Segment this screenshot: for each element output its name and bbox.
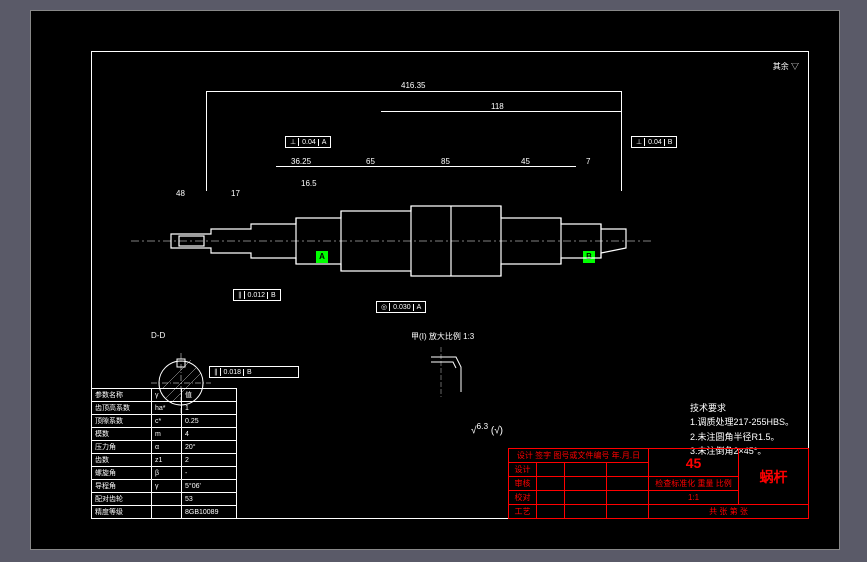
dim-118: 118: [491, 102, 504, 111]
dim-85: 85: [441, 157, 450, 166]
note-1: 1.调质处理217-255HBS。: [690, 415, 794, 429]
tolerance-upper-right: ⊥ 0.04 B: [631, 136, 677, 148]
dim-line-118: [381, 111, 621, 112]
dim-line-overall: [206, 91, 621, 92]
scale-row: 检查标准化 重量 比例: [649, 477, 739, 491]
title-block: 设计 签字 图号或文件编号 年.月.日 45 蜗杆 设计 审核 检查标准化 重量…: [508, 448, 809, 519]
shaft-main-view: [131, 166, 651, 316]
part-name-cell: 蜗杆: [739, 449, 809, 505]
section-label: D-D: [151, 331, 241, 340]
dim-65: 65: [366, 157, 375, 166]
detail-label: 甲(Ⅰ) 放大比例 1:3: [411, 331, 491, 342]
notes-title: 技术要求: [690, 401, 794, 415]
tolerance-upper-left: ⊥ 0.04 A: [285, 136, 331, 148]
material-cell: 45: [649, 449, 739, 477]
corner-surface-mark: 其余 ▽: [773, 61, 799, 72]
tolerance-section: ∥ 0.018 B: [209, 366, 299, 378]
dim-36-25: 36.25: [291, 157, 311, 166]
note-2: 2.未注圆角半径R1.5。: [690, 430, 794, 444]
drawing-frame: 其余 ▽ 416.35 118 36.25 65 85 45 7 16.5 48…: [30, 10, 840, 550]
dim-7: 7: [586, 157, 590, 166]
surface-finish-mark: √6.3 (√): [471, 421, 503, 436]
parameter-table: 参数名称γ值齿顶高系数ha*1顶隙系数c*0.25模数m4压力角α20°齿数z1…: [91, 388, 237, 519]
dim-overall-length: 416.35: [401, 81, 425, 90]
detail-view: 甲(Ⅰ) 放大比例 1:3: [411, 331, 491, 407]
dim-45: 45: [521, 157, 530, 166]
